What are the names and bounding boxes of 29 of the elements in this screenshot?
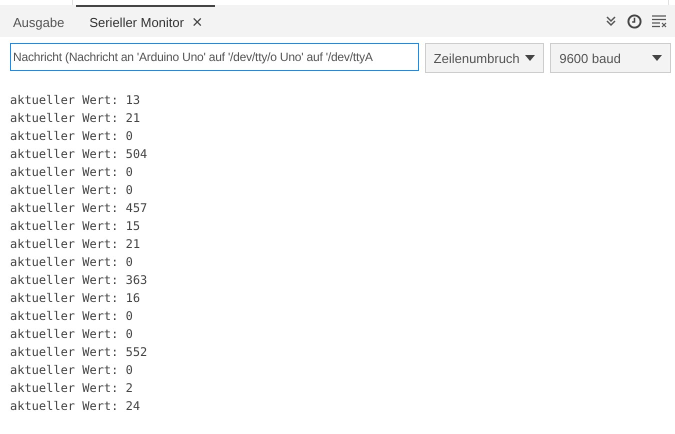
output-line: aktueller Wert: 21 — [10, 110, 142, 127]
output-line: aktueller Wert: 504 — [10, 146, 148, 163]
output-line: aktueller Wert: 21 — [10, 236, 142, 253]
tab[interactable]: Ausgabe — [0, 5, 76, 37]
baud-rate-dropdown[interactable]: 9600 baud — [550, 43, 671, 73]
output-line: aktueller Wert: 0 — [10, 182, 134, 199]
output-line: aktueller Wert: 0 — [10, 326, 134, 343]
message-input[interactable]: Nachricht (Nachricht an 'Arduino Uno' auf '/dev/tty/o Uno' auf '/dev/ttyA — [10, 43, 419, 71]
output-line: aktueller Wert: 363 — [10, 272, 148, 289]
output-line: aktueller Wert: 457 — [10, 200, 148, 217]
close-icon[interactable]: × — [192, 12, 202, 32]
output-line: aktueller Wert: 0 — [10, 128, 134, 145]
tab-label: Serieller Monitor — [89, 14, 184, 30]
output-line: aktueller Wert: 16 — [10, 290, 142, 307]
output-line: aktueller Wert: 0 — [10, 164, 134, 181]
output-line: aktueller Wert: 15 — [10, 218, 142, 235]
output-line: aktueller Wert: 2 — [10, 380, 134, 397]
caret-icon — [525, 55, 536, 61]
output-line: aktueller Wert: 0 — [10, 254, 134, 271]
output-line: aktueller Wert: 13 — [10, 92, 142, 109]
output-line: aktueller Wert: 0 — [10, 362, 134, 379]
output-line: aktueller Wert: 0 — [10, 308, 134, 325]
clear-output-icon[interactable] — [652, 14, 667, 28]
line-ending-dropdown[interactable]: Zeilenumbruch — [424, 43, 544, 73]
clock-icon[interactable] — [627, 14, 642, 28]
caret-icon — [652, 55, 662, 61]
output-line: aktueller Wert: 552 — [10, 344, 148, 361]
scroll-down-icon[interactable] — [605, 15, 617, 27]
output-line: aktueller Wert: 24 — [10, 398, 142, 415]
